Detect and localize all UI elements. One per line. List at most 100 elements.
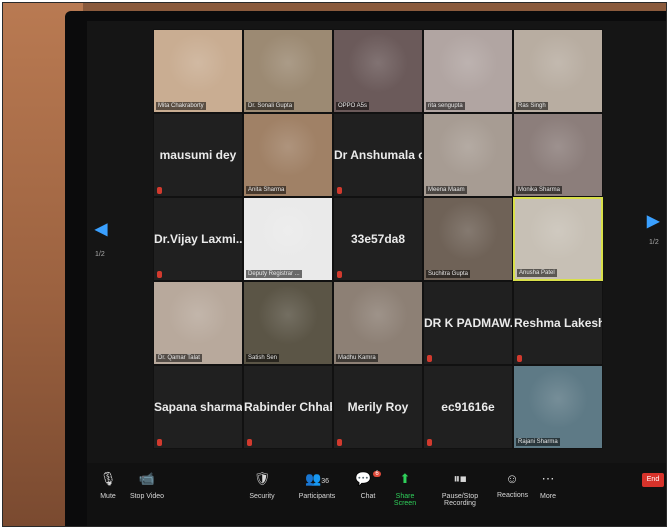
participant-display-name: Sapana sharma xyxy=(154,400,242,414)
participant-display-name: Dr Anshumala c... xyxy=(334,148,422,162)
participant-tile[interactable]: mausumi dey xyxy=(153,113,243,197)
shield-icon: 🛡 xyxy=(253,471,271,486)
participant-tile[interactable]: Reshma Lakesh xyxy=(513,281,603,365)
participant-tile[interactable]: Suchitra Gupta xyxy=(423,197,513,281)
participant-video xyxy=(244,282,332,364)
participant-tile[interactable]: 33e57da8 xyxy=(333,197,423,281)
participant-video xyxy=(515,199,601,279)
participant-display-name: 33e57da8 xyxy=(350,232,406,246)
meeting-toolbar: 🎙 Mute 📹 Stop Video 🛡 Security 👥36 Parti… xyxy=(87,463,666,526)
share-screen-label: Share Screen xyxy=(393,493,417,507)
participant-tile[interactable]: Anita Sharma xyxy=(243,113,333,197)
participant-tile[interactable]: Sapana sharma xyxy=(153,365,243,449)
chat-icon: 💬 6 xyxy=(355,471,381,486)
participant-display-name: Merily Roy xyxy=(347,400,409,414)
participant-tile[interactable]: Dr. Qamar Talat xyxy=(153,281,243,365)
participant-display-name: Reshma Lakesh xyxy=(514,316,602,330)
participant-tile[interactable]: Dr Anshumala c... xyxy=(333,113,423,197)
participant-video xyxy=(244,114,332,196)
participant-tile[interactable]: DR K PADMAW... xyxy=(423,281,513,365)
participant-tile[interactable]: ec91616e xyxy=(423,365,513,449)
muted-mic-icon xyxy=(427,439,432,446)
chat-button[interactable]: 💬 6 Chat xyxy=(355,471,381,500)
security-label: Security xyxy=(249,493,275,500)
muted-mic-icon xyxy=(337,187,342,194)
meeting-screen: ◀ 1/2 ▶ 1/2 Mita Chakraborty Dr. Sonali G… xyxy=(87,21,666,526)
participant-name: Mita Chakraborty xyxy=(156,102,206,110)
participant-video xyxy=(514,30,602,112)
more-button[interactable]: ⋯ More xyxy=(537,471,559,500)
recording-label: Pause/Stop Recording xyxy=(441,493,479,507)
muted-mic-icon xyxy=(337,439,342,446)
participant-tile[interactable]: Meena Maam xyxy=(423,113,513,197)
muted-mic-icon xyxy=(157,439,162,446)
participant-name: rita sengupta xyxy=(426,102,465,110)
security-button[interactable]: 🛡 Security xyxy=(247,471,277,500)
more-icon: ⋯ xyxy=(541,471,555,486)
mute-button[interactable]: 🎙 Mute xyxy=(93,471,123,500)
participant-video xyxy=(514,114,602,196)
participant-video xyxy=(514,366,602,448)
participant-tile[interactable]: Mita Chakraborty xyxy=(153,29,243,113)
participant-grid: Mita Chakraborty Dr. Sonali Gupta OPPO A5s… xyxy=(153,29,603,459)
participant-tile[interactable]: Rajani Sharma xyxy=(513,365,603,449)
participant-tile[interactable]: Rabinder Chhab... xyxy=(243,365,333,449)
participant-name: Suchitra Gupta xyxy=(426,270,471,278)
participant-tile[interactable]: Anusha Patel xyxy=(513,197,603,281)
participant-video xyxy=(424,198,512,280)
muted-mic-icon xyxy=(517,355,522,362)
participant-display-name: Rabinder Chhab... xyxy=(244,400,332,414)
participant-video xyxy=(424,114,512,196)
participant-tile[interactable]: Merily Roy xyxy=(333,365,423,449)
participant-name: Dr. Sonali Gupta xyxy=(246,102,295,110)
participant-video xyxy=(244,198,332,280)
participants-count: 36 xyxy=(321,478,329,485)
participant-tile[interactable]: Deputy Registrar ... xyxy=(243,197,333,281)
participant-name: Dr. Qamar Talat xyxy=(156,354,202,362)
participant-video xyxy=(244,30,332,112)
stop-video-button[interactable]: 📹 Stop Video xyxy=(127,471,167,500)
muted-mic-icon xyxy=(337,271,342,278)
participant-display-name: mausumi dey xyxy=(159,148,237,162)
share-screen-button[interactable]: ⬆ Share Screen xyxy=(387,471,423,507)
next-page-icon[interactable]: ▶ xyxy=(647,211,659,231)
more-label: More xyxy=(540,493,556,500)
participant-name: Ras Singh xyxy=(516,102,548,110)
participant-name: Meena Maam xyxy=(426,186,467,194)
participant-tile[interactable]: Ras Singh xyxy=(513,29,603,113)
participant-name: Deputy Registrar ... xyxy=(246,270,302,278)
video-camera-icon: 📹 xyxy=(138,471,156,486)
photo-frame: ◀ 1/2 ▶ 1/2 Mita Chakraborty Dr. Sonali G… xyxy=(2,2,667,527)
muted-mic-icon xyxy=(157,187,162,194)
chat-label: Chat xyxy=(360,493,376,500)
participant-name: Anita Sharma xyxy=(246,186,287,194)
participant-tile[interactable]: rita sengupta xyxy=(423,29,513,113)
participant-display-name: Dr.Vijay Laxmi... xyxy=(154,232,242,246)
participant-tile[interactable]: Dr.Vijay Laxmi... xyxy=(153,197,243,281)
page-indicator-left: 1/2 xyxy=(95,251,105,258)
end-meeting-button[interactable]: End xyxy=(642,473,664,487)
participant-display-name: ec91616e xyxy=(441,400,495,414)
participant-name: Anusha Patel xyxy=(517,269,557,277)
muted-mic-icon xyxy=(247,439,252,446)
participant-name: Satish Sen xyxy=(246,354,280,362)
participant-tile[interactable]: Dr. Sonali Gupta xyxy=(243,29,333,113)
participant-tile[interactable]: OPPO A5s xyxy=(333,29,423,113)
reactions-button[interactable]: ☺ Reactions xyxy=(497,471,528,499)
participant-tile[interactable]: Satish Sen xyxy=(243,281,333,365)
page-indicator-right: 1/2 xyxy=(649,239,659,246)
pause-stop-recording-button[interactable]: ⏸⏹ Pause/Stop Recording xyxy=(431,471,489,507)
participant-name: Madhu Kamra xyxy=(336,354,378,362)
prev-page-icon[interactable]: ◀ xyxy=(95,219,107,239)
mute-label: Mute xyxy=(100,493,116,500)
participant-tile[interactable]: Madhu Kamra xyxy=(333,281,423,365)
share-screen-icon: ⬆ xyxy=(399,471,411,486)
participant-tile[interactable]: Monika Sharma xyxy=(513,113,603,197)
participant-video xyxy=(424,30,512,112)
participant-video xyxy=(154,30,242,112)
participants-button[interactable]: 👥36 Participants xyxy=(295,471,339,500)
participants-icon: 👥36 xyxy=(305,471,329,486)
pause-icon: ⏸⏹ xyxy=(453,471,467,486)
participant-name: Rajani Sharma xyxy=(516,438,560,446)
muted-mic-icon xyxy=(427,355,432,362)
